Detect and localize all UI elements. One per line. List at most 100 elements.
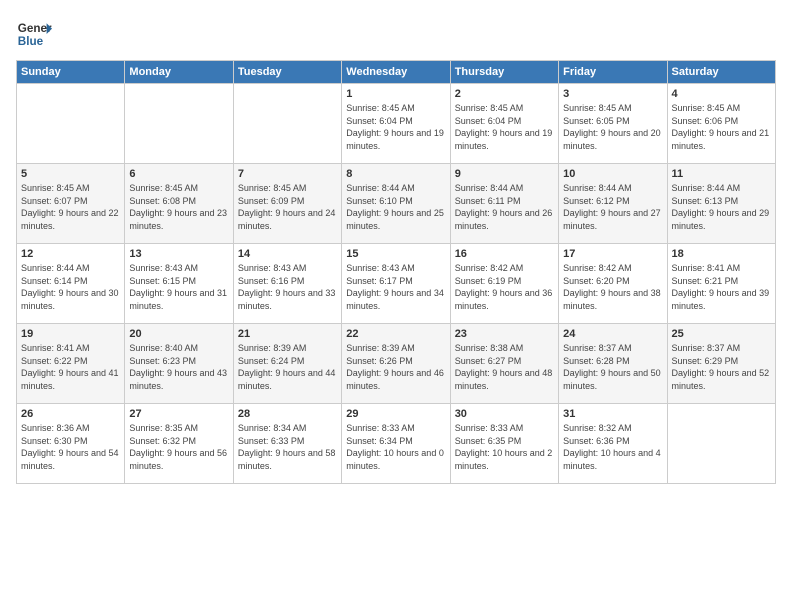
day-info: Sunrise: 8:45 AMSunset: 6:08 PMDaylight:… xyxy=(129,182,228,232)
calendar-cell xyxy=(667,404,775,484)
svg-text:Blue: Blue xyxy=(18,35,44,48)
calendar-cell: 13Sunrise: 8:43 AMSunset: 6:15 PMDayligh… xyxy=(125,244,233,324)
calendar-cell: 18 Sunrise: 8:41 AMSunset: 6:21 PMDayligh… xyxy=(667,244,775,324)
dow-header-sunday: Sunday xyxy=(17,61,125,84)
day-number: 4 xyxy=(672,88,771,100)
calendar-cell: 10Sunrise: 8:44 AMSunset: 6:12 PMDayligh… xyxy=(559,164,667,244)
day-info: Sunrise: 8:43 AMSunset: 6:17 PMDaylight:… xyxy=(346,262,445,312)
calendar-cell xyxy=(233,84,341,164)
calendar-cell: 7 Sunrise: 8:45 AMSunset: 6:09 PMDaylight… xyxy=(233,164,341,244)
day-number: 24 xyxy=(563,328,662,340)
day-info: Sunrise: 8:35 AMSunset: 6:32 PMDaylight:… xyxy=(129,422,228,472)
day-number: 21 xyxy=(238,328,337,340)
day-number: 7 xyxy=(238,168,337,180)
day-info: Sunrise: 8:33 AMSunset: 6:34 PMDaylight:… xyxy=(346,422,445,472)
day-number: 14 xyxy=(238,248,337,260)
logo: General Blue xyxy=(16,16,52,52)
dow-header-monday: Monday xyxy=(125,61,233,84)
calendar-cell: 25Sunrise: 8:37 AMSunset: 6:29 PMDayligh… xyxy=(667,324,775,404)
day-info: Sunrise: 8:42 AMSunset: 6:20 PMDaylight:… xyxy=(563,262,662,312)
calendar-cell: 3Sunrise: 8:45 AMSunset: 6:05 PMDaylight… xyxy=(559,84,667,164)
calendar-cell: 27 Sunrise: 8:35 AMSunset: 6:32 PMDayligh… xyxy=(125,404,233,484)
day-info: Sunrise: 8:37 AMSunset: 6:28 PMDaylight:… xyxy=(563,342,662,392)
calendar-cell: 16Sunrise: 8:42 AMSunset: 6:19 PMDayligh… xyxy=(450,244,558,324)
day-info: Sunrise: 8:36 AMSunset: 6:30 PMDaylight:… xyxy=(21,422,120,472)
calendar-cell: 14 Sunrise: 8:43 AMSunset: 6:16 PMDayligh… xyxy=(233,244,341,324)
calendar-cell: 11Sunrise: 8:44 AMSunset: 6:13 PMDayligh… xyxy=(667,164,775,244)
calendar-table: SundayMondayTuesdayWednesdayThursdayFrid… xyxy=(16,60,776,484)
day-number: 11 xyxy=(672,168,771,180)
day-number: 17 xyxy=(563,248,662,260)
day-info: Sunrise: 8:44 AMSunset: 6:10 PMDaylight:… xyxy=(346,182,445,232)
calendar-cell: 24 Sunrise: 8:37 AMSunset: 6:28 PMDayligh… xyxy=(559,324,667,404)
day-info: Sunrise: 8:45 AMSunset: 6:05 PMDaylight:… xyxy=(563,102,662,152)
day-number: 19 xyxy=(21,328,120,340)
calendar-cell: 15 Sunrise: 8:43 AMSunset: 6:17 PMDayligh… xyxy=(342,244,450,324)
day-number: 16 xyxy=(455,248,554,260)
day-number: 12 xyxy=(21,248,120,260)
dow-header-thursday: Thursday xyxy=(450,61,558,84)
calendar-cell: 12 Sunrise: 8:44 AMSunset: 6:14 PMDayligh… xyxy=(17,244,125,324)
page-header: General Blue xyxy=(16,16,776,52)
calendar-cell: 29Sunrise: 8:33 AMSunset: 6:34 PMDayligh… xyxy=(342,404,450,484)
calendar-cell: 31 Sunrise: 8:32 AMSunset: 6:36 PMDayligh… xyxy=(559,404,667,484)
day-info: Sunrise: 8:41 AMSunset: 6:22 PMDaylight:… xyxy=(21,342,120,392)
dow-header-friday: Friday xyxy=(559,61,667,84)
calendar-cell: 19 Sunrise: 8:41 AMSunset: 6:22 PMDayligh… xyxy=(17,324,125,404)
day-info: Sunrise: 8:41 AMSunset: 6:21 PMDaylight:… xyxy=(672,262,771,312)
calendar-cell: 2 Sunrise: 8:45 AMSunset: 6:04 PMDaylight… xyxy=(450,84,558,164)
dow-header-tuesday: Tuesday xyxy=(233,61,341,84)
day-number: 22 xyxy=(346,328,445,340)
day-info: Sunrise: 8:38 AMSunset: 6:27 PMDaylight:… xyxy=(455,342,554,392)
day-number: 31 xyxy=(563,408,662,420)
calendar-cell: 8 Sunrise: 8:44 AMSunset: 6:10 PMDaylight… xyxy=(342,164,450,244)
day-number: 26 xyxy=(21,408,120,420)
day-number: 5 xyxy=(21,168,120,180)
calendar-cell: 30 Sunrise: 8:33 AMSunset: 6:35 PMDayligh… xyxy=(450,404,558,484)
calendar-cell: 26 Sunrise: 8:36 AMSunset: 6:30 PMDayligh… xyxy=(17,404,125,484)
day-number: 6 xyxy=(129,168,228,180)
day-number: 25 xyxy=(672,328,771,340)
day-info: Sunrise: 8:39 AMSunset: 6:24 PMDaylight:… xyxy=(238,342,337,392)
calendar-cell: 23 Sunrise: 8:38 AMSunset: 6:27 PMDayligh… xyxy=(450,324,558,404)
day-info: Sunrise: 8:45 AMSunset: 6:07 PMDaylight:… xyxy=(21,182,120,232)
day-info: Sunrise: 8:44 AMSunset: 6:11 PMDaylight:… xyxy=(455,182,554,232)
calendar-cell xyxy=(125,84,233,164)
day-number: 9 xyxy=(455,168,554,180)
day-number: 1 xyxy=(346,88,445,100)
day-info: Sunrise: 8:45 AMSunset: 6:04 PMDaylight:… xyxy=(455,102,554,152)
calendar-cell xyxy=(17,84,125,164)
dow-header-wednesday: Wednesday xyxy=(342,61,450,84)
calendar-cell: 20 Sunrise: 8:40 AMSunset: 6:23 PMDayligh… xyxy=(125,324,233,404)
day-info: Sunrise: 8:44 AMSunset: 6:14 PMDaylight:… xyxy=(21,262,120,312)
day-number: 20 xyxy=(129,328,228,340)
dow-header-saturday: Saturday xyxy=(667,61,775,84)
day-info: Sunrise: 8:43 AMSunset: 6:15 PMDaylight:… xyxy=(129,262,228,312)
day-number: 28 xyxy=(238,408,337,420)
logo-icon: General Blue xyxy=(16,16,52,52)
day-info: Sunrise: 8:45 AMSunset: 6:04 PMDaylight:… xyxy=(346,102,445,152)
calendar-cell: 1 Sunrise: 8:45 AMSunset: 6:04 PMDaylight… xyxy=(342,84,450,164)
day-number: 10 xyxy=(563,168,662,180)
day-info: Sunrise: 8:33 AMSunset: 6:35 PMDaylight:… xyxy=(455,422,554,472)
calendar-cell: 21 Sunrise: 8:39 AMSunset: 6:24 PMDayligh… xyxy=(233,324,341,404)
calendar-cell: 5 Sunrise: 8:45 AMSunset: 6:07 PMDaylight… xyxy=(17,164,125,244)
calendar-cell: 4 Sunrise: 8:45 AMSunset: 6:06 PMDaylight… xyxy=(667,84,775,164)
calendar-cell: 22 Sunrise: 8:39 AMSunset: 6:26 PMDayligh… xyxy=(342,324,450,404)
day-info: Sunrise: 8:39 AMSunset: 6:26 PMDaylight:… xyxy=(346,342,445,392)
day-info: Sunrise: 8:40 AMSunset: 6:23 PMDaylight:… xyxy=(129,342,228,392)
day-info: Sunrise: 8:45 AMSunset: 6:09 PMDaylight:… xyxy=(238,182,337,232)
day-number: 18 xyxy=(672,248,771,260)
calendar-cell: 9 Sunrise: 8:44 AMSunset: 6:11 PMDaylight… xyxy=(450,164,558,244)
calendar-cell: 28Sunrise: 8:34 AMSunset: 6:33 PMDayligh… xyxy=(233,404,341,484)
day-info: Sunrise: 8:32 AMSunset: 6:36 PMDaylight:… xyxy=(563,422,662,472)
day-info: Sunrise: 8:45 AMSunset: 6:06 PMDaylight:… xyxy=(672,102,771,152)
day-number: 23 xyxy=(455,328,554,340)
day-number: 30 xyxy=(455,408,554,420)
day-number: 8 xyxy=(346,168,445,180)
day-number: 2 xyxy=(455,88,554,100)
calendar-cell: 6 Sunrise: 8:45 AMSunset: 6:08 PMDaylight… xyxy=(125,164,233,244)
day-number: 27 xyxy=(129,408,228,420)
day-info: Sunrise: 8:43 AMSunset: 6:16 PMDaylight:… xyxy=(238,262,337,312)
day-number: 15 xyxy=(346,248,445,260)
